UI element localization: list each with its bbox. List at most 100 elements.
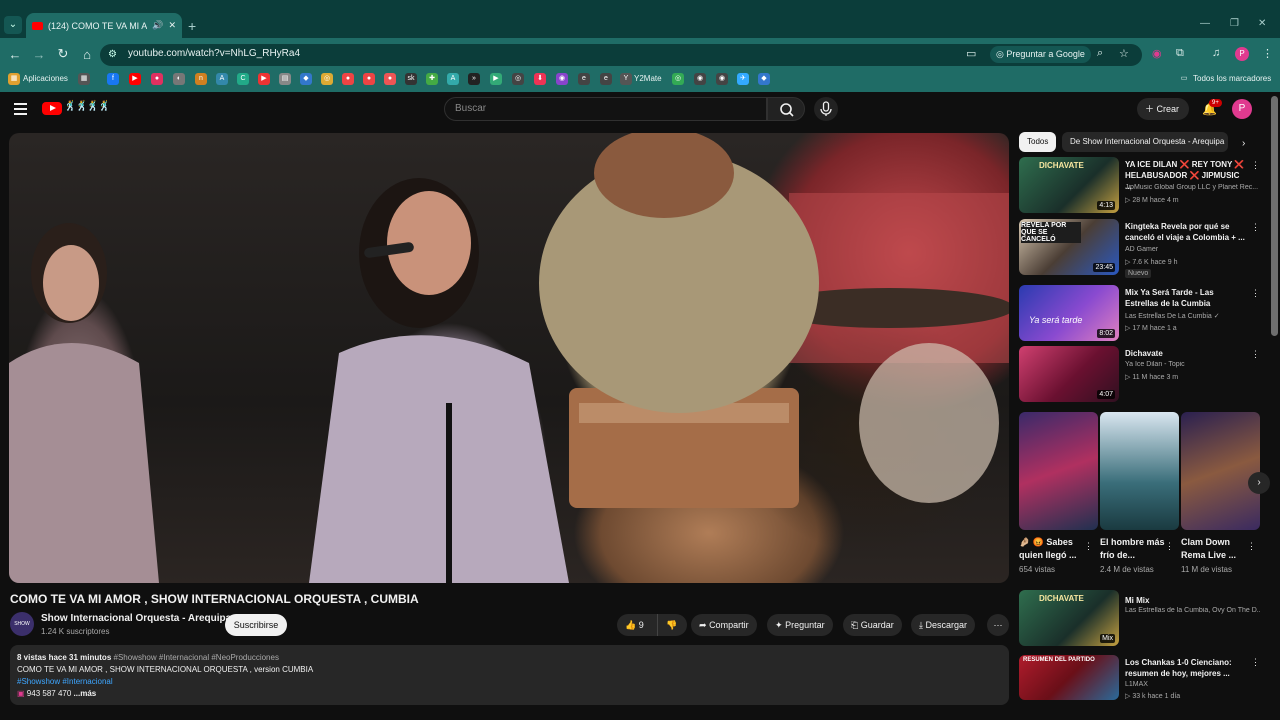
rec-options-icon[interactable]: ⋮ bbox=[1251, 222, 1260, 233]
close-window-icon[interactable]: ✕ bbox=[1258, 18, 1266, 29]
bookmark-y2mate[interactable]: Y2Mate bbox=[634, 74, 662, 83]
bookmark-icon[interactable]: e bbox=[578, 73, 590, 85]
channel-name[interactable]: Show Internacional Orquesta - Arequipa bbox=[41, 613, 231, 624]
bookmark-icon[interactable]: ◎ bbox=[512, 73, 524, 85]
bookmark-icon[interactable]: » bbox=[468, 73, 480, 85]
new-tab-button[interactable]: + bbox=[188, 18, 196, 34]
reload-icon[interactable]: ↻ bbox=[51, 46, 75, 62]
short-thumbnail[interactable] bbox=[1100, 412, 1179, 530]
rec-channel[interactable]: Ya Ice Dilan - Topic bbox=[1125, 361, 1260, 368]
tab-search-button[interactable]: ⌄ bbox=[4, 16, 22, 34]
rec-channel[interactable]: JipMusic Global Group LLC y Planet Rec..… bbox=[1125, 184, 1260, 191]
forward-icon[interactable]: → bbox=[27, 47, 51, 62]
rec-thumbnail[interactable]: 4:07 bbox=[1019, 346, 1119, 402]
rec-options-icon[interactable]: ⋮ bbox=[1251, 349, 1260, 360]
bookmark-icon[interactable]: A bbox=[447, 73, 459, 85]
chip-all[interactable]: Todos bbox=[1019, 132, 1057, 152]
url-text[interactable]: youtube.com/watch?v=NhLG_RHyRa4 bbox=[128, 48, 300, 59]
short-options-icon[interactable]: ⋮ bbox=[1165, 541, 1174, 552]
like-button[interactable]: 👍 9 bbox=[617, 614, 657, 636]
rec-title[interactable]: Kingteka Revela por qué se canceló el vi… bbox=[1125, 221, 1245, 243]
share-button[interactable]: ➦ Compartir bbox=[691, 614, 757, 636]
short-thumbnail[interactable] bbox=[1181, 412, 1260, 530]
short-options-icon[interactable]: ⋮ bbox=[1247, 541, 1256, 552]
minimize-icon[interactable]: — bbox=[1200, 18, 1210, 29]
hamburger-menu-icon[interactable] bbox=[14, 103, 27, 118]
bookmark-icon[interactable]: ● bbox=[342, 73, 354, 85]
bookmark-icon[interactable]: ● bbox=[151, 73, 163, 85]
extension-icon[interactable]: ◉ bbox=[1152, 47, 1162, 60]
description-hashtags[interactable]: #Showshow #Internacional bbox=[17, 677, 113, 686]
rec-thumbnail[interactable]: REVELA POR QUE SE CANCELÓ 23:45 bbox=[1019, 219, 1119, 275]
bookmark-icon[interactable]: ◐ bbox=[173, 73, 185, 85]
bookmark-icon[interactable]: A bbox=[216, 73, 228, 85]
voice-search-button[interactable] bbox=[814, 97, 838, 121]
browser-menu-icon[interactable]: ⋮ bbox=[1262, 47, 1273, 60]
channel-avatar[interactable]: SHOW bbox=[10, 612, 34, 636]
youtube-logo-icon[interactable] bbox=[42, 102, 62, 115]
ask-google-button[interactable]: ◎ Preguntar a Google bbox=[990, 46, 1091, 63]
short-title[interactable]: Clam Down Rema Live ... bbox=[1181, 536, 1256, 562]
bookmark-icon[interactable]: ◎ bbox=[321, 73, 333, 85]
short-title[interactable]: 🤌🏼 😡 Sabes quien llegó ... bbox=[1019, 536, 1094, 562]
extensions-puzzle-icon[interactable]: ⧉ bbox=[1176, 47, 1184, 60]
download-button[interactable]: ⤓ Descargar bbox=[911, 614, 976, 636]
youtube-bookmark-icon[interactable]: ▶ bbox=[129, 73, 141, 85]
site-info-icon[interactable]: ⚙ bbox=[108, 49, 117, 60]
facebook-bookmark-icon[interactable]: f bbox=[107, 73, 119, 85]
bookmark-icon[interactable]: ⬇ bbox=[534, 73, 546, 85]
restore-icon[interactable]: ❐ bbox=[1230, 18, 1239, 29]
rec-options-icon[interactable]: ⋮ bbox=[1251, 657, 1260, 668]
browser-profile-avatar[interactable]: P bbox=[1235, 47, 1249, 61]
chevron-right-icon[interactable]: › bbox=[1242, 138, 1245, 149]
apps-grid-icon[interactable]: ▦ bbox=[8, 73, 20, 85]
short-options-icon[interactable]: ⋮ bbox=[1084, 541, 1093, 552]
rec-title[interactable]: Mi Mix bbox=[1125, 595, 1245, 606]
close-tab-icon[interactable]: ✕ bbox=[168, 20, 176, 31]
bookmark-icon[interactable]: ▤ bbox=[279, 73, 291, 85]
bookmark-apps[interactable]: Aplicaciones bbox=[23, 74, 68, 83]
bookmark-icon[interactable]: C bbox=[237, 73, 249, 85]
bookmark-icon[interactable]: ◆ bbox=[300, 73, 312, 85]
zoom-icon[interactable]: ⌕ bbox=[1097, 47, 1103, 60]
cast-icon[interactable]: ▭ bbox=[966, 47, 976, 60]
description-tags[interactable]: #Showshow #Internacional #NeoProduccione… bbox=[114, 653, 279, 662]
ask-button[interactable]: ✦ Preguntar bbox=[767, 614, 833, 636]
bookmark-star-icon[interactable]: ☆ bbox=[1119, 47, 1129, 60]
search-input[interactable]: Buscar bbox=[444, 97, 767, 121]
dislike-button[interactable]: 👎 bbox=[657, 614, 687, 636]
bookmark-icon[interactable]: ✈ bbox=[737, 73, 749, 85]
rec-thumbnail[interactable]: Ya será tarde 8:02 bbox=[1019, 285, 1119, 341]
y2mate-icon[interactable]: Y bbox=[620, 73, 632, 85]
short-thumbnail[interactable] bbox=[1019, 412, 1098, 530]
bookmark-icon[interactable]: ◎ bbox=[672, 73, 684, 85]
subscribe-button[interactable]: Suscribirse bbox=[225, 614, 287, 636]
bookmark-icon[interactable]: ● bbox=[384, 73, 396, 85]
show-more-link[interactable]: ...más bbox=[74, 689, 97, 698]
doodle-figures-icon[interactable]: 🕺🕺🕺🕺 bbox=[64, 101, 111, 112]
rec-thumbnail[interactable]: DICHAVATE 4:13 bbox=[1019, 157, 1119, 213]
bookmark-icon[interactable]: ◉ bbox=[694, 73, 706, 85]
bookmark-icon[interactable]: ▦ bbox=[78, 73, 90, 85]
rec-title[interactable]: Los Chankas 1-0 Cienciano: resumen de ho… bbox=[1125, 657, 1245, 679]
home-icon[interactable]: ⌂ bbox=[75, 47, 99, 62]
bookmark-icon[interactable]: ✚ bbox=[426, 73, 438, 85]
save-button[interactable]: ⎗ Guardar bbox=[843, 614, 902, 636]
rec-title[interactable]: Dichavate bbox=[1125, 348, 1245, 359]
search-button[interactable] bbox=[767, 97, 805, 121]
rec-thumbnail[interactable]: RESUMEN DEL PARTIDO bbox=[1019, 655, 1119, 700]
bookmark-all[interactable]: Todos los marcadores bbox=[1193, 74, 1271, 83]
shorts-next-arrow-icon[interactable]: › bbox=[1248, 472, 1270, 494]
rec-title[interactable]: Mix Ya Será Tarde - Las Estrellas de la … bbox=[1125, 287, 1245, 309]
create-button[interactable]: ＋ Crear bbox=[1137, 98, 1189, 120]
page-scrollbar[interactable] bbox=[1271, 96, 1278, 336]
back-icon[interactable]: ← bbox=[3, 47, 27, 62]
browser-tab[interactable]: (124) COMO TE VA MI AMOR 🔊 ✕ bbox=[26, 13, 182, 38]
video-player[interactable] bbox=[9, 133, 1009, 583]
media-icon[interactable]: ♫ bbox=[1212, 47, 1220, 59]
bookmark-icon[interactable]: ● bbox=[363, 73, 375, 85]
rec-channel[interactable]: L1MAX bbox=[1125, 681, 1260, 688]
rec-channel[interactable]: AD Gamer bbox=[1125, 246, 1260, 253]
bookmark-icon[interactable]: n bbox=[195, 73, 207, 85]
audio-icon[interactable]: 🔊 bbox=[152, 20, 163, 31]
